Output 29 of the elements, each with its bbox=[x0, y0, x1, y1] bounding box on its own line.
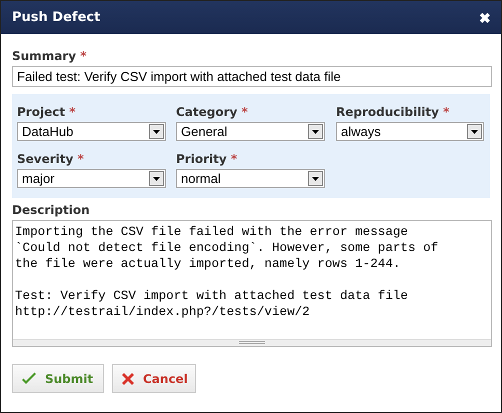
dropdown[interactable]: always bbox=[336, 122, 484, 141]
dropdown[interactable]: General bbox=[176, 122, 325, 141]
field-label: Project bbox=[17, 105, 66, 119]
cancel-button[interactable]: Cancel bbox=[112, 364, 196, 393]
resize-handle[interactable] bbox=[13, 339, 491, 346]
window-title: Push Defect bbox=[12, 10, 100, 25]
cross-icon bbox=[121, 372, 135, 386]
required-mark: * bbox=[443, 105, 450, 119]
field-label: Summary bbox=[12, 49, 76, 63]
summary-field[interactable]: Failed test: Verify CSV import with attached test data file bbox=[12, 66, 492, 87]
field-label: Reproducibility bbox=[336, 105, 439, 119]
dropdown[interactable]: normal bbox=[176, 169, 325, 188]
close-button[interactable]: ✖ bbox=[479, 10, 491, 26]
required-mark: * bbox=[242, 105, 248, 119]
dropdown[interactable]: major bbox=[17, 169, 166, 188]
field-label: Category bbox=[176, 105, 238, 119]
field-label: Description bbox=[12, 203, 90, 217]
field-label: Priority bbox=[176, 152, 227, 166]
submit-button[interactable]: Submit bbox=[12, 364, 104, 393]
field-label: Severity bbox=[17, 152, 74, 166]
description-text: Importing the CSV file failed with the error message `Could not detect file encoding`. However, some parts of the file were actually imported, namely rows 1-244. bbox=[15, 224, 440, 272]
checkmark-icon bbox=[21, 372, 37, 386]
required-mark: * bbox=[230, 152, 238, 166]
required-mark: * bbox=[80, 49, 86, 63]
description-field[interactable] bbox=[12, 220, 492, 347]
required-mark: * bbox=[69, 105, 76, 119]
description-text: Test: Verify CSV import with attached test data file http://testrail/index.php?/tests/view/2 bbox=[15, 288, 409, 320]
required-mark: * bbox=[78, 152, 84, 166]
dropdown[interactable]: DataHub bbox=[17, 122, 166, 141]
